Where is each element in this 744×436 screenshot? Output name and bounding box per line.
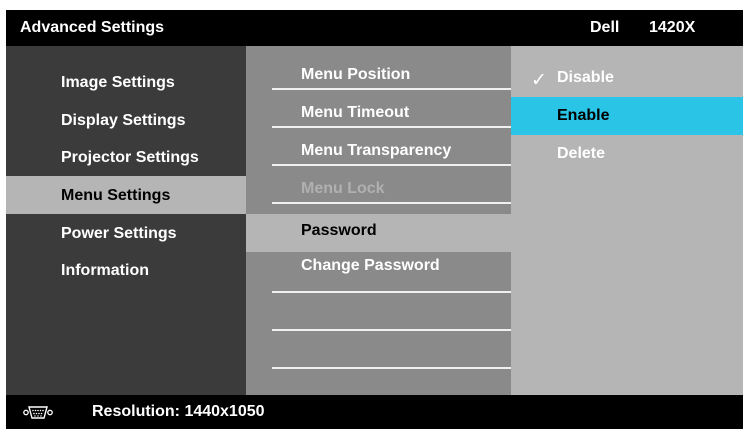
divider (272, 164, 511, 166)
main-menu: Image Settings Display Settings Projecto… (6, 46, 246, 395)
menu-item-label: Menu Settings (61, 187, 171, 204)
submenu-item-change-password[interactable]: Change Password (246, 249, 511, 287)
model-label: 1420X (649, 19, 696, 36)
page-title: Advanced Settings (20, 19, 165, 36)
vga-input-icon (23, 405, 53, 420)
submenu-item-menu-position[interactable]: Menu Position (246, 58, 511, 96)
menu-item-label: Image Settings (61, 74, 175, 91)
submenu-item-label: Menu Transparency (301, 142, 452, 159)
menu-item-label: Display Settings (61, 112, 186, 129)
submenu-item-label: Menu Timeout (301, 104, 410, 121)
option-delete[interactable]: Delete (511, 135, 743, 173)
resolution-label: Resolution: 1440x1050 (92, 403, 265, 420)
menu-item-label: Projector Settings (61, 149, 199, 166)
divider (272, 126, 511, 128)
menu-item-image-settings[interactable]: Image Settings (6, 63, 246, 101)
menu-item-projector-settings[interactable]: Projector Settings (6, 138, 246, 176)
option-label: Enable (557, 107, 610, 124)
submenu-item-password[interactable]: Password (246, 214, 511, 252)
status-bar: Resolution: 1440x1050 (6, 395, 743, 429)
submenu-item-menu-timeout[interactable]: Menu Timeout (246, 96, 511, 134)
menu-item-menu-settings[interactable]: Menu Settings (6, 176, 246, 214)
submenu-item-menu-transparency[interactable]: Menu Transparency (246, 134, 511, 172)
menu-item-display-settings[interactable]: Display Settings (6, 101, 246, 139)
menu-item-power-settings[interactable]: Power Settings (6, 214, 246, 252)
menu-item-information[interactable]: Information (6, 251, 246, 289)
header-bar: Advanced Settings Dell 1420X (6, 10, 743, 46)
option-enable[interactable]: Enable (511, 97, 743, 135)
divider (272, 202, 511, 204)
options-panel: ✓ Disable Enable Delete (511, 46, 743, 395)
submenu-item-label: Menu Lock (301, 180, 385, 197)
submenu-item-label: Change Password (301, 257, 440, 274)
option-disable[interactable]: ✓ Disable (511, 59, 743, 97)
submenu-item-label: Password (301, 222, 377, 239)
divider (272, 367, 511, 369)
osd-window: Advanced Settings Dell 1420X Image Setti… (6, 10, 743, 429)
divider (272, 88, 511, 90)
divider (272, 329, 511, 331)
menu-item-label: Information (61, 262, 149, 279)
divider (272, 291, 511, 293)
submenu-item-menu-lock: Menu Lock (246, 172, 511, 210)
checkmark-icon: ✓ (531, 70, 547, 91)
option-label: Disable (557, 69, 614, 86)
option-label: Delete (557, 145, 606, 162)
submenu-item-label: Menu Position (301, 66, 411, 83)
brand-label: Dell (590, 19, 620, 36)
menu-item-label: Power Settings (61, 225, 177, 242)
submenu: Menu Position Menu Timeout Menu Transpar… (246, 46, 511, 395)
